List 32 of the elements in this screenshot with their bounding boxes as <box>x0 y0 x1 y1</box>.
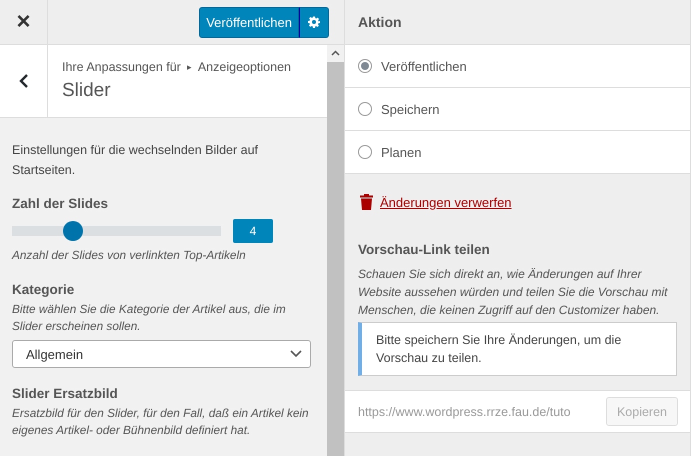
publish-button[interactable]: Veröffentlichen <box>199 6 299 38</box>
radio-button[interactable] <box>358 145 372 159</box>
discard-link[interactable]: Änderungen verwerfen <box>380 194 512 210</box>
slider-thumb[interactable] <box>63 221 84 241</box>
setting-description: Bitte wählen Sie die Kategorie der Artikel aus, die im Slider erscheinen sollen. <box>12 301 287 335</box>
section-heading: Vorschau-Link teilen <box>358 242 491 257</box>
setting-description: Anzahl der Slides von verlinkten Top-Artikeln <box>12 247 247 264</box>
setting-description: Ersatzbild für den Slider, für den Fall, daß ein Artikel kein eigenes Artikel- oder Bühnenbild definiert hat. <box>12 405 310 439</box>
breadcrumb-parent: Ihre Anpassungen für <box>62 60 181 74</box>
radio-option[interactable]: Speichern <box>345 88 690 131</box>
radio-button[interactable] <box>358 102 372 116</box>
radio-button[interactable] <box>358 59 372 73</box>
close-button[interactable]: × <box>0 0 48 44</box>
breadcrumb-current: Anzeigeoptionen <box>198 60 291 74</box>
radio-option[interactable]: Planen <box>345 131 690 174</box>
slider-value: 4 <box>233 219 273 243</box>
settings-icon <box>308 16 320 28</box>
breadcrumb-arrow: ▸ <box>186 62 192 72</box>
scroll-up-icon[interactable] <box>331 50 340 56</box>
notice: Bitte speichern Sie Ihre Änderungen, um die Vorschau zu teilen. <box>358 322 677 376</box>
chevron-down-icon <box>290 350 302 358</box>
setting-label: Slider Ersatzbild <box>12 386 119 401</box>
preview-description: Schauen Sie sich direkt an, wie Änderungen auf Ihrer Website aussehen würden und teilen Sie die Vorschau mit Menschen, die keinen Zugriff auf den Customizer haben. <box>358 266 669 319</box>
setting-label: Zahl der Slides <box>12 196 110 211</box>
category-select[interactable]: Allgemein <box>12 340 311 368</box>
back-icon <box>18 73 28 89</box>
radio-option[interactable]: Veröffentlichen <box>345 45 690 88</box>
setting-label: Kategorie <box>12 282 76 297</box>
section-title: Slider <box>62 80 112 102</box>
settings-button[interactable] <box>299 6 329 38</box>
trash-icon <box>360 194 373 210</box>
section-description: Einstellungen für die wechselnden Bilder auf Startseiten. <box>12 142 259 179</box>
